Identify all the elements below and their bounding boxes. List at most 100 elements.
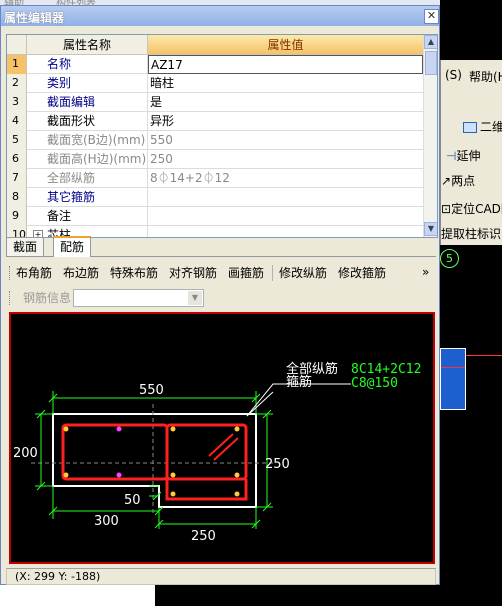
- dim-notch: 50: [124, 493, 141, 508]
- dim-bottom-right: 250: [191, 529, 216, 544]
- value-stirrup: C8@150: [351, 376, 398, 391]
- property-name: 截面编辑: [27, 93, 148, 112]
- grid-row[interactable]: 1 名称 AZ17: [7, 55, 423, 74]
- tab-section[interactable]: 截面: [6, 237, 45, 256]
- section-drawing-canvas[interactable]: 全部纵筋 箍筋 8C14+2C12 C8@150 550 200 250 50 …: [9, 312, 435, 564]
- property-name: 备注: [27, 207, 148, 226]
- scroll-up-icon[interactable]: ▲: [424, 35, 437, 49]
- header-value: 属性值: [148, 35, 423, 55]
- rebar-dot: [63, 472, 69, 478]
- background-toolbar: (S) 帮助(H) 二维 ⊣延伸 ↗两点 ⊡定位CAD图 提取柱标识: [440, 60, 502, 245]
- menu-help[interactable]: 帮助(H): [469, 68, 502, 85]
- grid-header: 属性名称 属性值: [7, 35, 423, 55]
- property-editor-dialog: 属性编辑器 ✕ 属性名称 属性值 1 名称 AZ17 2 类别 暗柱 3 截面编辑是 4 截面形状…: [0, 5, 440, 585]
- property-name: 名称: [27, 55, 148, 74]
- row-number: 1: [7, 55, 27, 74]
- stirrup-right-bottom: [165, 479, 248, 501]
- modify-longitudinal-button[interactable]: 修改纵筋: [279, 262, 327, 284]
- rebar-dot: [116, 426, 122, 432]
- toolbar-more-icon[interactable]: »: [422, 262, 429, 282]
- menu-s[interactable]: (S): [445, 68, 462, 82]
- row-number: 8: [7, 188, 27, 207]
- two-points-icon: ↗: [441, 174, 452, 188]
- rebar-info-bar: 钢筋信息 ▼: [7, 287, 435, 309]
- two-points-button[interactable]: ↗两点: [441, 172, 475, 189]
- row-number: 7: [7, 169, 27, 188]
- dim-left: 200: [13, 446, 38, 461]
- place-corner-rebar-button[interactable]: 布角筋: [16, 262, 52, 284]
- property-value[interactable]: [148, 207, 425, 226]
- property-value[interactable]: 暗柱: [148, 74, 425, 93]
- row-number: 9: [7, 207, 27, 226]
- rebar-toolbar: 布角筋 布边筋 特殊布筋 对齐钢筋 画箍筋 修改纵筋 修改箍筋 »: [7, 262, 435, 284]
- extend-button[interactable]: ⊣延伸: [446, 147, 480, 164]
- close-button[interactable]: ✕: [424, 9, 439, 24]
- rebar-info-select[interactable]: ▼: [73, 289, 204, 307]
- grid-row[interactable]: 6 截面高(H边)(mm) 250: [7, 150, 423, 169]
- dimension-lines: [35, 391, 273, 529]
- rebar-dot: [234, 426, 240, 432]
- title-bar[interactable]: 属性编辑器 ✕: [1, 6, 439, 26]
- special-rebar-button[interactable]: 特殊布筋: [110, 262, 158, 284]
- row-number: 2: [7, 74, 27, 93]
- toolbar2-grip[interactable]: [9, 291, 13, 305]
- rebar-dot: [170, 472, 176, 478]
- grid-row[interactable]: 9 备注: [7, 207, 423, 226]
- toolbar-grip[interactable]: [9, 266, 13, 280]
- property-name: 截面高(H边)(mm): [27, 150, 148, 169]
- property-value[interactable]: 250: [148, 150, 425, 169]
- status-bar: (X: 299 Y: -188): [6, 568, 436, 585]
- row-number: 5: [7, 131, 27, 150]
- property-value[interactable]: 8⏀14+2⏀12: [148, 169, 425, 188]
- grid-row[interactable]: 5 截面宽(B边)(mm) 550: [7, 131, 423, 150]
- grid-row[interactable]: 7 全部纵筋 8⏀14+2⏀12: [7, 169, 423, 188]
- bottom-strip: [0, 585, 502, 606]
- property-name: 其它箍筋: [27, 188, 148, 207]
- property-name: 截面形状: [27, 112, 148, 131]
- property-name: 截面宽(B边)(mm): [27, 131, 148, 150]
- view-2d-button[interactable]: 二维: [463, 118, 502, 135]
- tab-strip: 截面 配筋: [6, 236, 436, 257]
- dialog-title: 属性编辑器: [4, 11, 65, 25]
- row-number: 6: [7, 150, 27, 169]
- grid-scrollbar[interactable]: ▲ ▼: [423, 35, 437, 237]
- locate-icon: ⊡: [441, 202, 452, 216]
- grid-row[interactable]: 8 其它箍筋: [7, 188, 423, 207]
- chevron-down-icon[interactable]: ▼: [188, 291, 202, 305]
- rebar-dot: [234, 472, 240, 478]
- extend-icon: ⊣: [446, 149, 457, 163]
- property-value[interactable]: [148, 188, 425, 207]
- locate-cad-button[interactable]: ⊡定位CAD图: [441, 200, 502, 217]
- modify-stirrup-button[interactable]: 修改箍筋: [338, 262, 386, 284]
- property-name: 全部纵筋: [27, 169, 148, 188]
- draw-stirrup-button[interactable]: 画箍筋: [228, 262, 264, 284]
- align-rebar-button[interactable]: 对齐钢筋: [169, 262, 217, 284]
- bg-column-block: [440, 348, 466, 410]
- rebar-dot: [170, 491, 176, 497]
- scroll-down-icon[interactable]: ▼: [424, 222, 437, 236]
- rebar-info-label: 钢筋信息: [23, 291, 72, 305]
- axis-bubble: 5: [440, 249, 459, 268]
- locate-cad-label: 定位CAD图: [451, 202, 502, 216]
- value-all-rebar: 8C14+2C12: [351, 362, 421, 377]
- rebar-dot: [116, 472, 122, 478]
- scroll-thumb[interactable]: [425, 51, 437, 75]
- dim-bottom-left: 300: [94, 514, 119, 529]
- section-outline: [52, 413, 257, 508]
- coordinate-readout: (X: 299 Y: -188): [15, 570, 101, 583]
- grid-row[interactable]: 2 类别 暗柱: [7, 74, 423, 93]
- view-2d-label: 二维: [480, 120, 502, 134]
- property-value[interactable]: AZ17: [148, 55, 423, 74]
- grid-row[interactable]: 3 截面编辑是: [7, 93, 423, 112]
- property-grid: 属性名称 属性值 1 名称 AZ17 2 类别 暗柱 3 截面编辑是 4 截面形状 异形 5 截面宽(B…: [6, 34, 438, 238]
- place-edge-rebar-button[interactable]: 布边筋: [63, 262, 99, 284]
- extract-label-button[interactable]: 提取柱标识: [441, 225, 501, 242]
- property-value[interactable]: 是: [148, 93, 425, 112]
- property-value[interactable]: 异形: [148, 112, 425, 131]
- extend-label: 延伸: [456, 149, 481, 163]
- tab-rebar[interactable]: 配筋: [53, 236, 92, 257]
- toolbar-separator: [272, 265, 273, 281]
- view-2d-icon: [463, 122, 477, 133]
- property-value[interactable]: 550: [148, 131, 425, 150]
- grid-row[interactable]: 4 截面形状 异形: [7, 112, 423, 131]
